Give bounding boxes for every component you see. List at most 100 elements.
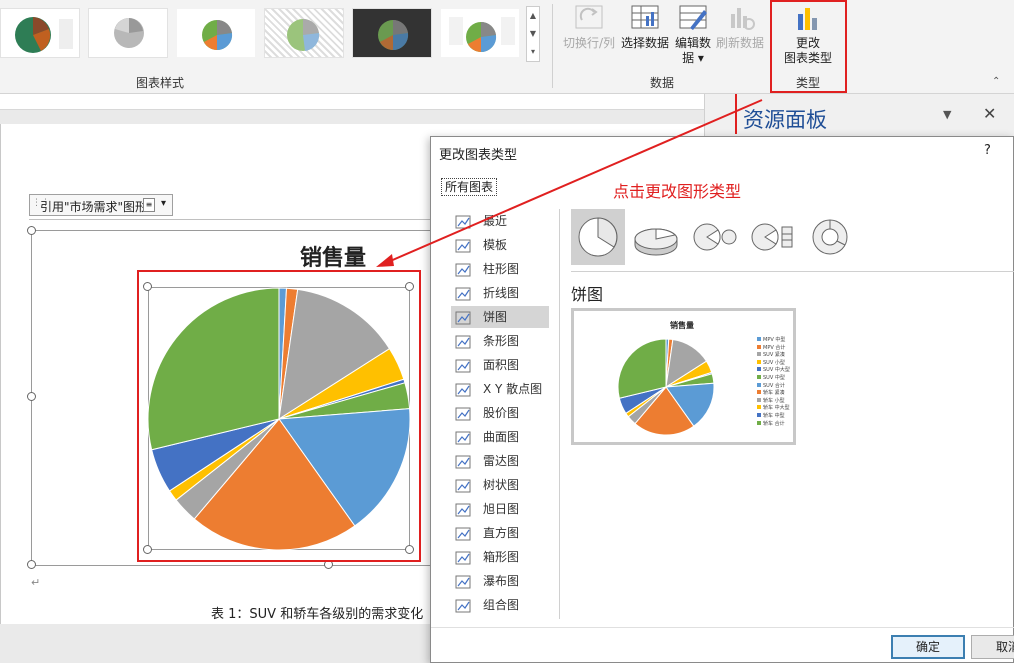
highlight-box-chart [137,270,421,562]
tab-all-charts[interactable]: 所有图表 [441,178,498,196]
legend-label: SUV 中大型 [763,367,790,374]
subtype-separator [571,271,1014,272]
help-icon[interactable]: ? [984,143,991,158]
resize-handle[interactable] [27,226,36,235]
resize-handle[interactable] [27,560,36,569]
panel-menu-icon[interactable]: ▼ [943,108,951,121]
collapse-ribbon-icon[interactable]: ⌃ [992,76,1000,87]
switch-row-col-button[interactable]: 切换行/列 [560,4,618,51]
subtype-bar-of-pie[interactable] [745,209,799,265]
recent-icon [455,214,471,229]
subtype-doughnut[interactable] [803,209,857,265]
chart-reference-tag[interactable]: ⋮⋮ 引用"市场需求"图形 ≡ ▾ [29,194,173,216]
category-label: 箱形图 [483,550,520,564]
chart-preview[interactable]: 销售量 MPV 中型 MPV 合计 SUV 紧凑 SUV 小型 SUV 中大型 SUV 中… [571,308,796,445]
refresh-data-button[interactable]: 刷新数据 [714,4,766,51]
category-item[interactable]: 折线图 [451,282,549,304]
legend-entry: SUV 中型 [757,374,795,383]
document-gutter-bottom [0,624,440,663]
panel-close-icon[interactable]: ✕ [983,104,996,123]
category-item[interactable]: 柱形图 [451,258,549,280]
category-label: 条形图 [483,334,520,348]
gallery-up-icon[interactable]: ▲ [527,7,539,25]
legend-label: 轿车 中大型 [763,405,790,412]
legend-entry: SUV 中大型 [757,367,795,375]
category-item[interactable]: 条形图 [451,330,549,352]
resize-handle[interactable] [27,392,36,401]
gallery-more-icon[interactable]: ▾ [527,43,539,61]
subtype-pie-of-pie[interactable] [687,209,741,265]
subtype-3d-pie[interactable] [629,209,683,265]
chart-style-2[interactable] [88,8,168,58]
legend-swatch [757,374,761,379]
legend-swatch [757,337,761,341]
treemap-chart-icon [455,478,471,493]
change-chart-type-dialog: 更改图表类型 ? 所有图表 点击更改图形类型 最近 模板 柱形图 折线图 饼图 条形图 面积… [430,136,1014,663]
gallery-down-icon[interactable]: ▼ [527,25,539,43]
group-label-chart-styles: 图表样式 [136,76,185,90]
document-gutter [0,110,704,124]
legend-label: 轿车 中型 [763,412,785,419]
chart-style-6[interactable] [440,8,520,58]
dialog-separator [559,209,560,619]
category-item[interactable]: 箱形图 [451,546,549,568]
waterfall-chart-icon [455,574,471,589]
category-item[interactable]: 面积图 [451,354,549,376]
legend-swatch [757,359,761,364]
category-label: 饼图 [483,310,508,324]
tag-dropdown-icon[interactable]: ▾ [161,198,166,209]
gallery-scroll[interactable]: ▲ ▼ ▾ [526,6,540,62]
category-label: X Y 散点图 [483,382,543,396]
chart-style-1-preview [15,17,73,53]
select-data-button[interactable]: 选择数据 [618,4,672,51]
category-label: 组合图 [483,598,520,612]
category-label: 折线图 [483,286,520,300]
chart-style-3[interactable] [176,8,256,58]
legend-swatch [757,412,761,417]
field-options-icon[interactable]: ≡ [143,198,155,212]
edit-data-button[interactable]: 编辑数 据 ▾ [672,4,714,66]
combo-chart-icon [455,598,471,613]
legend-swatch [757,382,761,387]
category-item[interactable]: 模板 [451,234,549,256]
legend-swatch [757,390,761,395]
chart-style-5[interactable] [352,8,432,58]
ok-button[interactable]: 确定 [891,635,965,659]
dropdown-icon: ▾ [697,51,704,65]
chart-style-3-preview [202,19,233,51]
legend-entry: SUV 紧凑 [757,352,795,360]
category-item[interactable]: X Y 散点图 [451,378,549,400]
select-data-icon [630,4,660,32]
subtype-pie[interactable] [571,209,625,265]
legend-swatch [757,420,761,425]
category-item[interactable]: 饼图 [451,306,549,328]
category-item[interactable]: 旭日图 [451,498,549,520]
category-item[interactable]: 直方图 [451,522,549,544]
category-item[interactable]: 曲面图 [451,426,549,448]
legend-label: MPV 合计 [763,344,786,351]
switch-row-col-icon [574,4,604,32]
preview-legend: MPV 中型 MPV 合计 SUV 紧凑 SUV 小型 SUV 中大型 SUV 中型 SUV… [757,337,795,428]
chart-style-5-preview [378,19,409,51]
legend-label: 轿车 紧凑 [763,390,785,397]
category-item[interactable]: 雷达图 [451,450,549,472]
chart-style-4[interactable] [264,8,344,58]
legend-swatch [757,367,761,372]
sunburst-chart-icon [455,502,471,517]
bar-chart-icon [455,334,471,349]
category-label: 瀑布图 [483,574,520,588]
chart-style-1[interactable] [0,8,80,58]
category-label: 旭日图 [483,502,520,516]
category-item[interactable]: 组合图 [451,594,549,616]
column-chart-icon [455,262,471,277]
category-item[interactable]: 股价图 [451,402,549,424]
category-item[interactable]: 瀑布图 [451,570,549,592]
category-item[interactable]: 树状图 [451,474,549,496]
subtype-heading: 饼图 [571,285,604,304]
legend-swatch [757,397,761,402]
category-label: 曲面图 [483,430,520,444]
chart-title: 销售量 [299,246,366,271]
cancel-button[interactable]: 取消 [971,635,1014,659]
category-item[interactable]: 最近 [451,210,549,232]
refresh-data-icon [725,4,755,32]
